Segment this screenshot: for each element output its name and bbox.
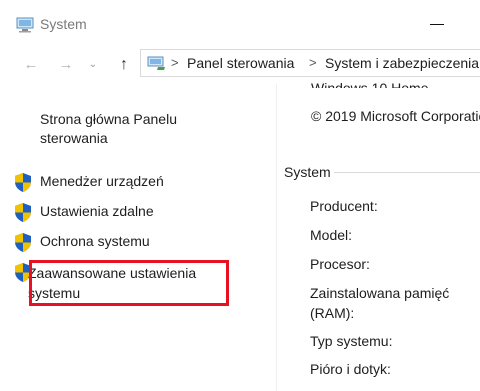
address-bar[interactable]: > Panel sterowania > System i zabezpiecz… [140,49,480,77]
field-system-type: Typ systemu: [310,333,393,349]
window-title: System [40,16,87,32]
breadcrumb-panel-sterowania[interactable]: Panel sterowania [187,55,294,71]
sidebar-item-label: Ustawienia zdalne [40,203,154,219]
system-section-heading: System [284,164,331,180]
breadcrumb-separator: > [309,55,317,70]
breadcrumb-separator: > [171,55,179,70]
forward-button[interactable]: → [55,55,77,75]
shield-icon [15,203,31,222]
pane-divider [276,84,277,391]
up-button[interactable]: ↑ [113,55,135,75]
field-model: Model: [310,227,353,243]
field-installed-ram: Zainstalowana pamięć (RAM): [310,285,450,321]
control-panel-home-link[interactable]: Strona główna Panelu sterowania [40,110,230,148]
shield-icon [15,233,31,252]
recent-locations-button[interactable]: ⌄ [85,55,101,75]
shield-icon [15,173,31,192]
control-panel-icon [147,56,165,70]
highlight-box [29,260,229,306]
field-pen-touch: Pióro i dotyk: [310,361,391,377]
windows-edition: Windows 10 Home [311,80,429,88]
back-button[interactable]: ← [20,55,42,75]
breadcrumb-system-i-zabezpieczenia[interactable]: System i zabezpieczenia [325,55,479,71]
computer-icon [16,17,34,33]
section-divider [334,172,480,173]
sidebar-item-label: Ochrona systemu [40,233,150,249]
field-manufacturer: Producent: [310,198,378,214]
sidebar-item-label: Menedżer urządzeń [40,173,164,189]
copyright-text: © 2019 Microsoft Corporation [311,108,480,124]
minimize-button[interactable] [413,12,463,34]
field-processor: Procesor: [310,256,370,272]
title-bar: System [0,0,480,46]
